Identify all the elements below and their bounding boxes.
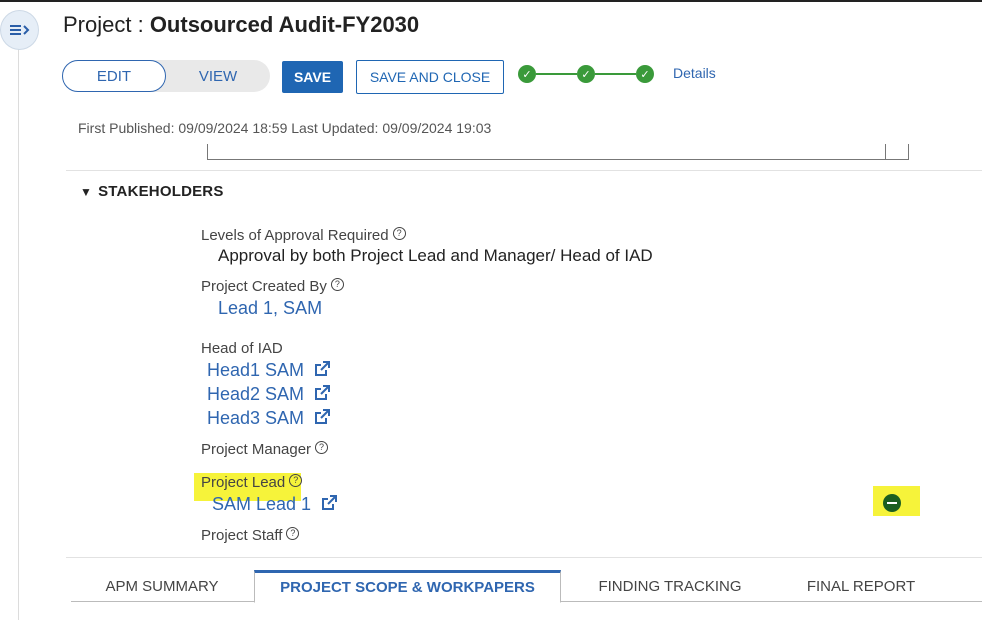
help-icon[interactable]: ? (286, 527, 300, 540)
external-link-icon (315, 385, 331, 400)
levels-of-approval-value: Approval by both Project Lead and Manage… (218, 246, 653, 265)
head-of-iad-link-2[interactable]: Head2 SAM (207, 384, 331, 405)
workflow-progress: ✓ ✓ ✓ (518, 64, 654, 84)
head-of-iad-link-1[interactable]: Head1 SAM (207, 360, 331, 381)
stakeholders-title: STAKEHOLDERS (98, 183, 224, 200)
window-top-border (0, 0, 982, 2)
text-field-bottom (207, 144, 909, 160)
external-link-icon (315, 409, 331, 424)
remove-icon[interactable] (883, 494, 901, 512)
tab-final-report[interactable]: FINAL REPORT (781, 570, 941, 602)
head-of-iad-label: Head of IAD (201, 340, 283, 357)
field-scrollbar-divider (885, 144, 886, 159)
section-divider (66, 170, 982, 171)
check-icon: ✓ (636, 65, 654, 83)
tab-apm-summary[interactable]: APM SUMMARY (71, 570, 253, 602)
help-icon[interactable]: ? (289, 474, 303, 487)
progress-connector (595, 73, 636, 75)
help-icon[interactable]: ? (315, 441, 329, 454)
save-and-close-button[interactable]: SAVE AND CLOSE (356, 60, 504, 94)
project-name: Outsourced Audit-FY2030 (149, 12, 420, 37)
project-manager-label: Project Manager? (201, 441, 329, 458)
view-mode-button[interactable]: VIEW (166, 60, 270, 92)
levels-of-approval-label: Levels of Approval Required? (201, 227, 406, 244)
mode-toggle: EDIT VIEW (62, 60, 270, 92)
save-button[interactable]: SAVE (282, 61, 343, 93)
page-title-prefix: Project : (63, 12, 150, 37)
head-of-iad-link-3[interactable]: Head3 SAM (207, 408, 331, 429)
publish-metadata: First Published: 09/09/2024 18:59 Last U… (78, 120, 492, 136)
project-created-by-label: Project Created By? (201, 278, 344, 295)
menu-toggle-button[interactable] (0, 10, 39, 50)
project-staff-label: Project Staff? (201, 527, 300, 544)
tab-finding-tracking[interactable]: FINDING TRACKING (571, 570, 769, 602)
edit-mode-button[interactable]: EDIT (62, 60, 166, 92)
help-icon[interactable]: ? (392, 227, 406, 240)
section-divider (66, 557, 982, 558)
created-by-link[interactable]: Lead 1, SAM (218, 298, 322, 319)
menu-expand-icon (9, 25, 29, 35)
tab-bar: APM SUMMARY PROJECT SCOPE & WORKPAPERS F… (71, 570, 982, 603)
details-link[interactable]: Details (673, 65, 716, 81)
stakeholders-section-header[interactable]: ▼ STAKEHOLDERS (80, 183, 224, 200)
page-title: Project : Outsourced Audit-FY2030 (63, 12, 419, 38)
check-icon: ✓ (518, 65, 536, 83)
collapse-triangle-icon: ▼ (80, 185, 93, 199)
project-lead-label: Project Lead? (201, 474, 303, 491)
external-link-icon (322, 495, 338, 510)
check-icon: ✓ (577, 65, 595, 83)
external-link-icon (315, 361, 331, 376)
side-rail (18, 40, 19, 620)
tab-project-scope-workpapers[interactable]: PROJECT SCOPE & WORKPAPERS (254, 570, 561, 603)
progress-connector (536, 73, 577, 75)
help-icon[interactable]: ? (330, 278, 344, 291)
project-lead-link[interactable]: SAM Lead 1 (212, 494, 338, 515)
